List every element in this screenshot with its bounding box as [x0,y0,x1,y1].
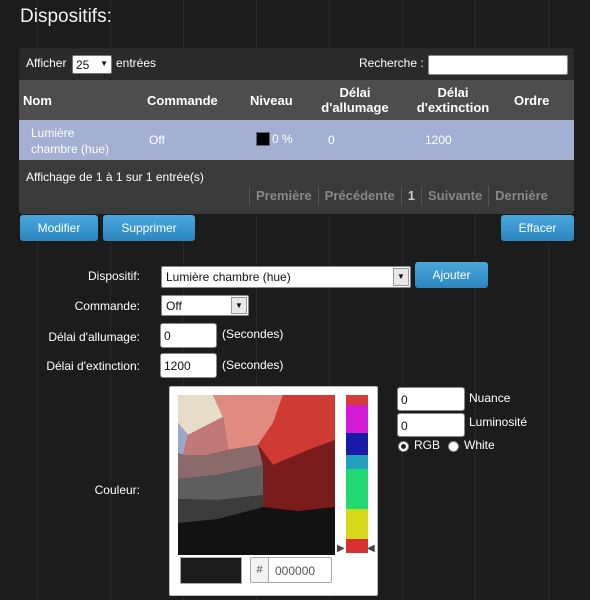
pager-next[interactable]: Suivante [420,186,488,206]
on-delay-label: Délai d'allumage: [48,330,140,344]
color-swatch-icon [256,132,270,146]
row-command: Off [149,133,165,147]
color-label: Couleur: [94,483,140,497]
color-wheel-area[interactable] [178,395,335,555]
hex-input[interactable]: # 000000 [250,557,332,583]
table-header: Nom Commande Niveau Délai d'allumage Dél… [19,80,574,120]
dropdown-arrow-icon: ▼ [100,59,108,68]
white-label: White [464,438,495,452]
dropdown-arrow-icon: ▼ [393,268,409,286]
white-radio[interactable] [448,441,459,452]
pager-page[interactable]: 1 [400,186,421,206]
on-delay-input[interactable]: 0 [160,323,217,348]
col-command[interactable]: Commande [147,93,218,108]
col-on-delay[interactable]: Délai d'allumage [319,85,391,115]
pager-first[interactable]: Première [249,186,318,206]
col-order[interactable]: Ordre [514,93,549,108]
col-off-delay[interactable]: Délai d'extinction [413,85,493,115]
rgb-radio[interactable] [398,441,409,452]
modify-button[interactable]: Modifier [20,215,98,241]
hue-slider-arrow-icon: ◀ [367,543,375,554]
table-toolbar: Afficher 25 ▼ entrées Recherche : [19,48,574,80]
selected-color-preview [180,557,242,584]
hue-input[interactable]: 0 [397,387,465,411]
row-on-delay: 0 [328,133,335,147]
page-length-select[interactable]: 25 ▼ [72,55,112,74]
device-select[interactable]: Lumière chambre (hue) ▼ [161,266,411,288]
table-footer: Affichage de 1 à 1 sur 1 entrée(s) Premi… [19,160,574,214]
devices-table: Afficher 25 ▼ entrées Recherche : Nom Co… [19,48,574,214]
hue-slider-arrow-icon: ▶ [337,543,345,554]
dropdown-arrow-icon: ▼ [231,297,247,314]
color-picker: ▶ ◀ # 000000 [169,386,378,596]
pager-previous[interactable]: Précédente [317,186,401,206]
show-label: Afficher [26,56,67,70]
brightness-label: Luminosité [469,415,528,429]
off-delay-input[interactable]: 1200 [160,353,217,378]
pager-last[interactable]: Dernière [488,186,554,206]
device-select-value: Lumière chambre (hue) [166,270,291,284]
off-delay-label: Délai d'extinction: [46,359,140,373]
on-delay-unit: (Secondes) [222,327,284,341]
command-label: Commande: [74,299,140,313]
search-label: Recherche : [359,56,424,70]
row-name: Lumière chambre (hue) [31,126,110,156]
device-label: Dispositif: [87,269,140,283]
search-input[interactable] [428,55,568,75]
hex-value: 000000 [275,564,316,578]
col-level[interactable]: Niveau [250,93,293,108]
off-delay-unit: (Secondes) [222,358,284,372]
row-off-delay: 1200 [425,133,452,147]
page-title: Dispositifs: [20,6,112,27]
col-name[interactable]: Nom [23,93,52,108]
rgb-label: RGB [414,438,441,452]
hash-icon: # [251,558,269,582]
page-length-value: 25 [76,58,90,72]
entries-label: entrées [116,56,157,70]
command-select[interactable]: Off ▼ [161,295,249,316]
table-info: Affichage de 1 à 1 sur 1 entrée(s) [26,170,204,184]
command-select-value: Off [166,299,182,313]
brightness-input[interactable]: 0 [397,413,465,437]
add-button[interactable]: Ajouter [415,262,488,288]
hue-label: Nuance [469,391,511,405]
row-level: 0 % [272,132,293,146]
delete-button[interactable]: Supprimer [103,215,195,241]
pagination: Première Précédente 1 Suivante Dernière [249,186,554,206]
hue-slider[interactable] [346,395,368,553]
table-row[interactable]: Lumière chambre (hue) Off 0 % 0 1200 [19,120,574,160]
clear-button[interactable]: Effacer [501,215,574,241]
